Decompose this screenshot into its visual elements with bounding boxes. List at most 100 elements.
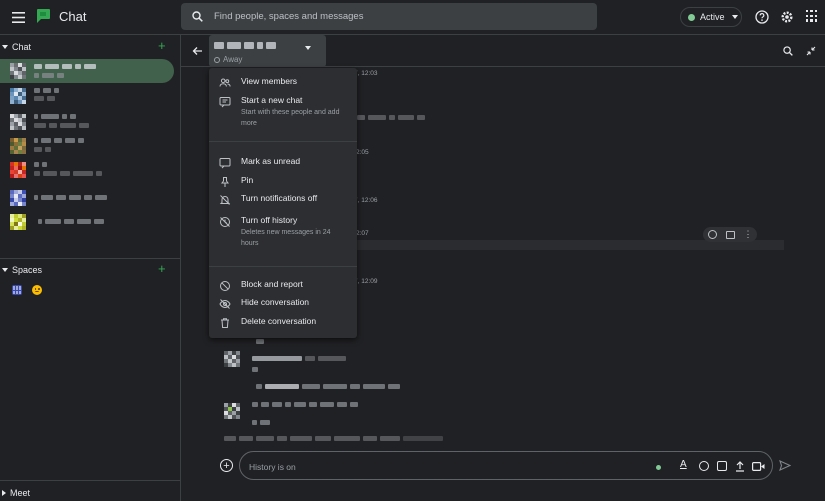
menu-item-block-report[interactable]: Block and report: [209, 279, 357, 292]
more-vert-icon[interactable]: ⋮: [744, 230, 753, 239]
avatar: [10, 88, 26, 104]
list-item[interactable]: [0, 111, 174, 133]
sidebar-divider: [0, 480, 180, 481]
new-chat-plus-icon[interactable]: +: [158, 39, 166, 52]
obscured-preview: [34, 123, 89, 128]
avatar: [10, 138, 26, 154]
list-item[interactable]: [0, 211, 174, 233]
reply-in-thread-icon[interactable]: [725, 230, 735, 239]
app-title: Chat: [59, 9, 87, 24]
menu-item-description: Deletes new messages in 24 hours: [241, 229, 331, 247]
obscured-name: [34, 88, 59, 93]
sidebar: Chat + Spaces + Meet: [0, 35, 181, 501]
people-icon: [219, 77, 231, 89]
menu-item-label: Delete conversation: [241, 316, 317, 326]
menu-item-label: Block and report: [241, 279, 303, 289]
status-label: Active: [700, 12, 725, 22]
chat-section-toggle[interactable]: Chat: [2, 42, 31, 52]
menu-item-hide-conversation[interactable]: Hide conversation: [209, 297, 357, 310]
apps-grid-icon[interactable]: [806, 10, 818, 22]
list-item[interactable]: [0, 85, 174, 107]
presence-status: Away: [214, 55, 242, 64]
presence-label: Away: [223, 55, 243, 64]
menu-item-start-new-chat[interactable]: Start a new chat Start with these people…: [209, 95, 357, 129]
list-item[interactable]: [0, 187, 174, 209]
add-reaction-icon[interactable]: [707, 230, 717, 239]
avatar: [10, 114, 26, 130]
add-attachment-icon[interactable]: +: [220, 459, 233, 472]
search-placeholder: Find people, spaces and messages: [214, 11, 364, 22]
hide-icon: [219, 298, 231, 310]
emoji-icon[interactable]: [699, 461, 709, 471]
chevron-down-icon: [2, 45, 8, 49]
conversation-header: Away: [181, 35, 825, 67]
menu-item-mark-unread[interactable]: Mark as unread: [209, 156, 357, 169]
upload-file-icon[interactable]: [734, 460, 745, 472]
avatar: [10, 63, 26, 79]
composer: + History is on A: [181, 446, 825, 501]
main-menu-icon[interactable]: [8, 8, 28, 26]
send-icon[interactable]: [779, 459, 791, 471]
list-item-selected[interactable]: [0, 59, 174, 83]
message-input-placeholder: History is on: [249, 462, 296, 472]
chevron-down-icon: [731, 15, 738, 19]
obscured-preview: [34, 147, 51, 152]
obscured-name: [34, 114, 76, 119]
trash-icon: [219, 317, 231, 329]
meet-section-header: Meet: [10, 488, 31, 498]
format-text-icon[interactable]: A: [680, 459, 687, 470]
sidebar-divider: [0, 258, 180, 259]
avatar: [10, 214, 26, 230]
menu-item-label: View members: [241, 76, 298, 86]
menu-item-description: Start with these people and add more: [241, 109, 340, 127]
sad-face-emoji-icon: [32, 285, 42, 295]
chat-logo: [35, 8, 51, 24]
obscured-name: [34, 138, 84, 143]
top-bar: Chat Find people, spaces and messages Ac…: [0, 0, 825, 35]
back-arrow-icon[interactable]: [191, 45, 203, 57]
menu-item-label: Turn off history: [241, 215, 298, 225]
obscured-message: [357, 115, 425, 120]
obscured-name: [34, 64, 96, 69]
menu-item-view-members[interactable]: View members: [209, 76, 357, 89]
obscured-preview: [34, 171, 102, 176]
search-bar[interactable]: Find people, spaces and messages: [181, 3, 597, 30]
help-icon[interactable]: [754, 9, 769, 24]
chevron-down-icon: [305, 46, 311, 50]
new-chat-icon: [219, 96, 231, 108]
menu-item-turn-off-history[interactable]: Turn off history Deletes new messages in…: [209, 215, 357, 249]
settings-gear-icon[interactable]: [779, 9, 794, 24]
menu-item-label: Mark as unread: [241, 156, 301, 166]
chat-section-header: Chat: [12, 42, 32, 52]
collapse-icon[interactable]: [805, 45, 817, 57]
list-item[interactable]: [0, 159, 174, 181]
chevron-down-icon: [2, 268, 8, 272]
message-actions: ⋮: [703, 227, 757, 242]
menu-item-label: Pin: [241, 175, 254, 185]
space-grid-icon: [12, 285, 22, 295]
conversation-options-menu: View members Start a new chat Start with…: [209, 68, 357, 338]
list-item[interactable]: [0, 135, 174, 157]
timestamp: 2:05: [356, 149, 369, 156]
menu-item-notifications-off[interactable]: Turn notifications off: [209, 193, 357, 206]
meet-section-toggle[interactable]: Meet: [2, 488, 30, 498]
avatar: [10, 162, 26, 178]
status-dropdown[interactable]: Active: [680, 7, 742, 27]
timestamp: 2:07: [356, 230, 369, 237]
mark-unread-icon: [219, 157, 231, 169]
new-space-plus-icon[interactable]: +: [158, 262, 166, 275]
menu-item-delete-conversation[interactable]: Delete conversation: [209, 316, 357, 329]
obscured-preview: [34, 96, 55, 101]
obscured-preview: [34, 73, 64, 78]
menu-item-pin[interactable]: Pin: [209, 175, 357, 188]
video-meeting-icon[interactable]: [752, 461, 765, 471]
obscured-name: [34, 195, 107, 200]
space-item[interactable]: [12, 285, 42, 295]
gif-icon[interactable]: [717, 461, 727, 471]
avatar: [224, 403, 240, 419]
search-in-conversation-icon[interactable]: [782, 45, 794, 57]
menu-item-label: Turn notifications off: [241, 193, 318, 203]
conversation-title-button[interactable]: Away: [209, 35, 326, 67]
message-input[interactable]: History is on A: [239, 451, 773, 480]
spaces-section-toggle[interactable]: Spaces: [2, 265, 42, 275]
